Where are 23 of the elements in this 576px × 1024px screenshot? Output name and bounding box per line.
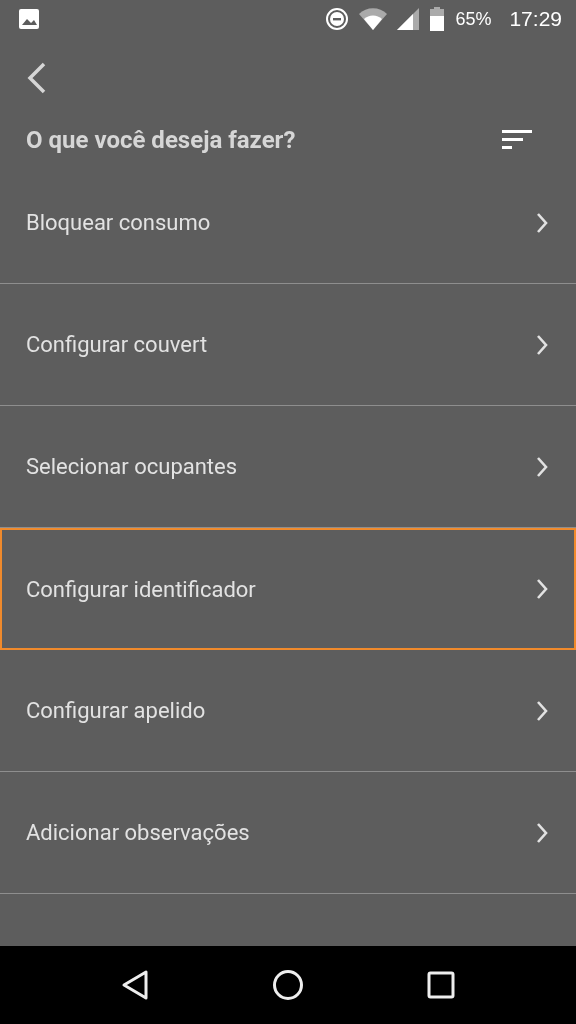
menu-item[interactable]: Configurar identificador (0, 528, 576, 650)
image-icon (18, 8, 40, 30)
home-nav-button[interactable] (272, 969, 304, 1001)
menu-item[interactable]: Selecionar ocupantes (0, 406, 576, 528)
battery-icon (429, 7, 446, 31)
menu-item[interactable]: Adicionar observações (0, 772, 576, 894)
chevron-right-icon (536, 333, 548, 356)
back-nav-button[interactable] (121, 969, 150, 1001)
page-title: O que você deseja fazer? (26, 126, 296, 154)
wifi-icon (359, 8, 388, 30)
menu-item[interactable]: Configurar apelido (0, 650, 576, 772)
chevron-right-icon (536, 455, 548, 478)
clock-time: 17:29 (509, 7, 562, 31)
chevron-right-icon (536, 211, 548, 234)
chevron-right-icon (536, 821, 548, 844)
chevron-right-icon (536, 578, 548, 600)
signal-icon (397, 8, 420, 30)
menu-item[interactable]: Bloquear consumo (0, 162, 576, 284)
do-not-disturb-icon (325, 7, 350, 31)
battery-percentage: 65% (455, 8, 492, 30)
recents-nav-button[interactable] (426, 971, 455, 999)
chevron-right-icon (536, 699, 548, 722)
menu-item[interactable]: Configurar couvert (0, 284, 576, 406)
